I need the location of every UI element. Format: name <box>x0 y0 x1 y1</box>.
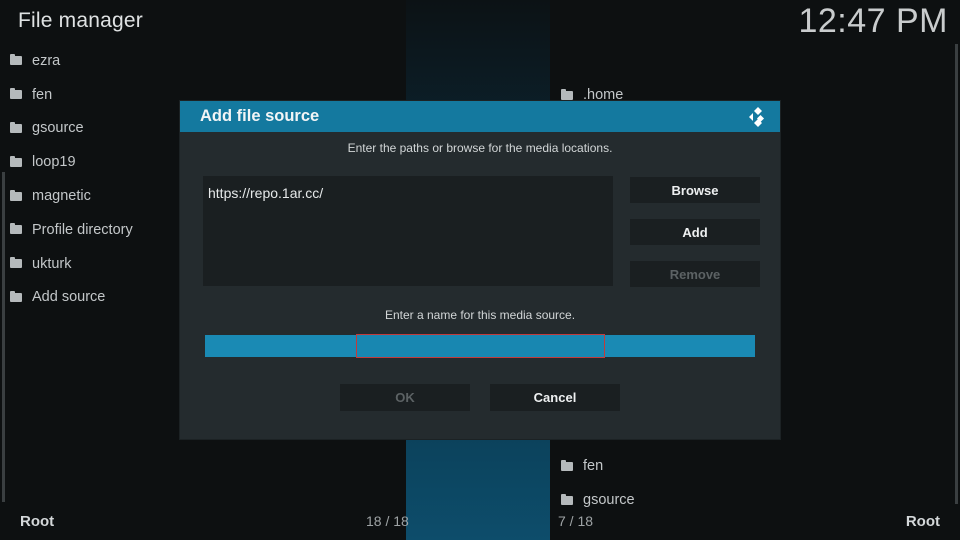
source-name-bar[interactable] <box>205 334 755 358</box>
remove-button[interactable]: Remove <box>630 261 760 287</box>
list-item[interactable]: magnetic <box>10 179 133 213</box>
folder-icon <box>10 290 22 302</box>
page-title: File manager <box>18 9 143 32</box>
ok-button[interactable]: OK <box>340 384 470 411</box>
cancel-button[interactable]: Cancel <box>490 384 620 411</box>
left-scrollbar[interactable] <box>2 172 5 502</box>
source-name-input[interactable] <box>356 334 605 358</box>
folder-icon <box>10 121 22 133</box>
folder-icon <box>10 155 22 167</box>
list-item-label: gsource <box>32 120 84 137</box>
list-item[interactable]: gsource <box>10 112 133 146</box>
folder-icon <box>10 88 22 100</box>
folder-icon <box>10 189 22 201</box>
list-item[interactable]: Profile directory <box>10 213 133 247</box>
list-item[interactable]: loop19 <box>10 145 133 179</box>
right-scrollbar[interactable] <box>955 44 958 504</box>
left-item-count: 18 / 18 <box>366 513 409 529</box>
paths-instruction: Enter the paths or browse for the media … <box>347 141 613 155</box>
clock: 12:47 PM <box>798 2 948 40</box>
list-item-label: ukturk <box>32 255 72 272</box>
right-item-count: 7 / 18 <box>558 513 594 529</box>
list-item-label: fen <box>583 458 604 474</box>
browse-button[interactable]: Browse <box>630 177 760 203</box>
list-item-label: magnetic <box>32 188 91 205</box>
kodi-logo-icon <box>749 107 765 127</box>
footer-bar: Root 18 / 18 7 / 18 Root <box>0 500 960 540</box>
dialog-title: Add file source <box>200 107 320 125</box>
list-item-label: Profile directory <box>32 221 133 238</box>
source-path-item[interactable]: https://repo.1ar.cc/ <box>208 185 323 201</box>
folder-icon <box>10 257 22 269</box>
folder-icon <box>561 459 573 471</box>
list-item[interactable]: ukturk <box>10 247 133 281</box>
list-item[interactable]: fen <box>561 458 603 474</box>
source-paths-list[interactable]: https://repo.1ar.cc/ <box>203 176 613 286</box>
list-item-add-source[interactable]: Add source <box>10 281 133 315</box>
list-item-label: ezra <box>32 52 61 69</box>
dialog-header: Add file source <box>180 101 780 132</box>
left-path-label: Root <box>20 513 55 530</box>
left-file-list: ezra fen gsource loop19 magnetic Profile… <box>10 44 133 314</box>
list-item[interactable]: ezra <box>10 44 133 78</box>
list-item-label: loop19 <box>32 154 76 171</box>
add-button[interactable]: Add <box>630 219 760 245</box>
list-item[interactable]: fen <box>10 78 133 112</box>
right-path-label: Root <box>905 513 940 530</box>
folder-icon <box>10 223 22 235</box>
folder-icon <box>10 54 22 66</box>
list-item-label: fen <box>32 86 53 103</box>
list-item-label: Add source <box>32 289 106 306</box>
name-instruction: Enter a name for this media source. <box>384 308 576 322</box>
add-file-source-dialog: Add file source Enter the paths or brows… <box>180 101 780 439</box>
folder-icon <box>561 88 573 100</box>
